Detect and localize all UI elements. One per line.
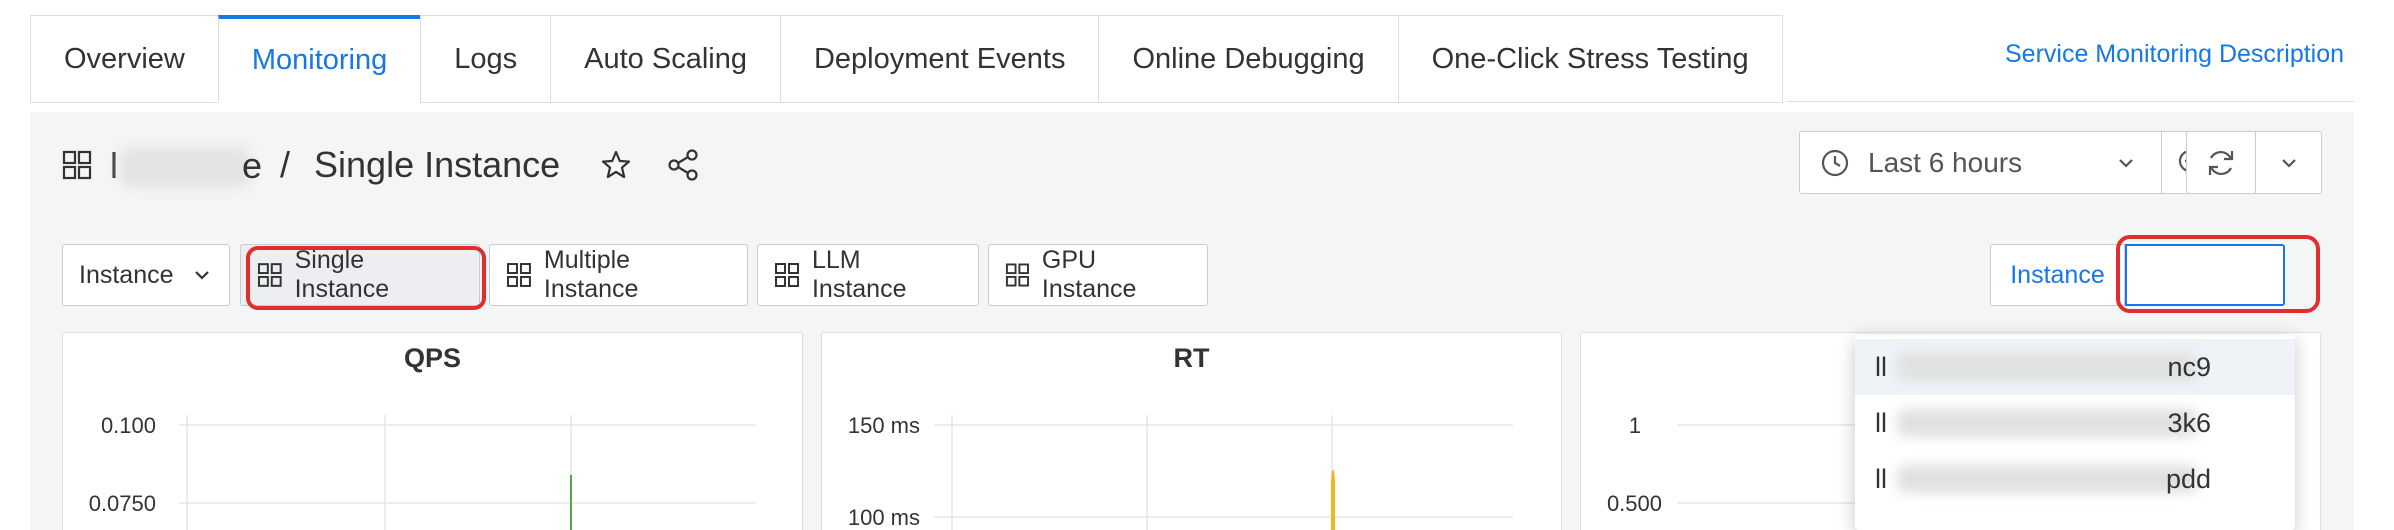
dropdown-option[interactable]: ll 3k6	[1855, 395, 2295, 451]
clock-icon	[1821, 149, 1849, 176]
gpu-instance-label: GPU Instance	[1041, 246, 1137, 303]
tab-stress-testing[interactable]: One-Click Stress Testing	[1397, 15, 1783, 103]
dashboard-title: Single Instance	[314, 144, 561, 185]
star-icon[interactable]	[600, 149, 632, 181]
instance-variable-label: Instance	[79, 260, 174, 289]
option-suffix: pdd	[2165, 463, 2211, 494]
rt-y-tick-1: 100 ms	[848, 505, 920, 530]
multiple-instance-label: Multiple Instance	[543, 246, 639, 303]
dashboard-grid-icon	[62, 150, 92, 180]
tab-overview[interactable]: Overview	[30, 15, 218, 103]
refresh-icon	[2208, 150, 2234, 175]
dashboard-grid-icon	[774, 263, 799, 287]
option-prefix: ll	[1875, 407, 1887, 438]
multiple-instance-link[interactable]: Multiple Instance	[489, 244, 748, 306]
share-icon[interactable]	[666, 148, 700, 182]
tab-logs[interactable]: Logs	[420, 15, 551, 103]
redacted-text	[1897, 353, 2197, 381]
tab-auto-scaling[interactable]: Auto Scaling	[550, 15, 780, 103]
tab-bar-divider	[1786, 101, 2354, 102]
redacted-text	[1897, 409, 2197, 437]
rt-y-tick-0: 150 ms	[848, 413, 920, 438]
instance-variable-dropdown[interactable]: Instance	[62, 244, 230, 306]
highlight-single-instance	[246, 246, 486, 310]
breadcrumb-folder-suffix: e	[242, 145, 263, 186]
option-suffix: 3k6	[2167, 407, 2211, 438]
dashboard-grid-icon	[506, 263, 531, 287]
qps-y-tick-1: 0.0750	[89, 491, 156, 516]
third-y-tick-1: 0.500	[1607, 491, 1662, 516]
tab-online-debugging[interactable]: Online Debugging	[1098, 15, 1398, 103]
breadcrumb-separator: /	[280, 144, 291, 185]
breadcrumb-folder-prefix: l	[110, 145, 118, 186]
instance-filter-label: Instance	[1990, 244, 2125, 306]
chevron-down-icon	[2281, 158, 2296, 168]
chevron-down-icon	[194, 271, 209, 280]
breadcrumb: l e / Single Instance	[62, 140, 700, 190]
refresh-button[interactable]	[2186, 131, 2256, 194]
refresh-interval-dropdown[interactable]	[2255, 131, 2322, 194]
gpu-instance-link[interactable]: GPU Instance	[988, 244, 1208, 306]
rt-series-spike	[1331, 470, 1335, 530]
tab-deployment-events[interactable]: Deployment Events	[779, 15, 1099, 103]
option-prefix: ll	[1875, 351, 1887, 382]
rt-chart: 150 ms 100 ms	[848, 413, 1513, 530]
qps-panel: QPS 0.100 0.0750	[62, 332, 803, 530]
option-suffix: nc9	[2167, 351, 2211, 382]
breadcrumb-folder-link[interactable]: l e	[110, 143, 263, 187]
third-y-tick-0: 1	[1629, 413, 1641, 438]
qps-y-tick-0: 0.100	[101, 413, 156, 438]
tab-monitoring[interactable]: Monitoring	[217, 15, 421, 103]
redacted-text	[120, 147, 250, 187]
dropdown-option[interactable]: ll pdd	[1855, 451, 2295, 507]
instance-options-dropdown: ll nc9 ll 3k6 ll pdd	[1855, 335, 2295, 530]
time-range-label: Last 6 hours	[1868, 146, 2023, 178]
dashboard-grid-icon	[1005, 263, 1029, 287]
highlight-instance-input	[2116, 235, 2320, 313]
rt-panel: RT 150 ms 100 ms	[821, 332, 1562, 530]
qps-chart: 0.100 0.0750	[89, 413, 756, 530]
chevron-down-icon	[2119, 158, 2133, 168]
service-monitoring-description-link[interactable]: Service Monitoring Description	[2005, 40, 2344, 69]
dropdown-option[interactable]: ll nc9	[1855, 339, 2295, 395]
tab-bar: Overview Monitoring Logs Auto Scaling De…	[30, 15, 1783, 103]
option-prefix: ll	[1875, 463, 1887, 494]
redacted-text	[1897, 465, 2197, 493]
llm-instance-label: LLM Instance	[811, 246, 907, 303]
time-range-picker[interactable]: Last 6 hours	[1799, 131, 2162, 194]
llm-instance-link[interactable]: LLM Instance	[757, 244, 979, 306]
